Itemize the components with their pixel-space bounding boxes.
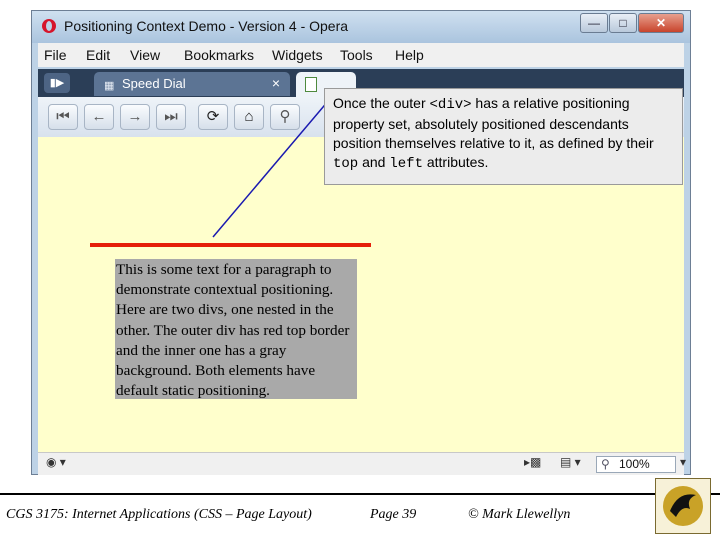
minimize-button[interactable]: — — [580, 13, 608, 33]
university-logo — [655, 478, 711, 534]
tab-speed-dial[interactable]: ▦ Speed Dial × — [94, 72, 290, 96]
footer-author: © Mark Llewellyn — [468, 507, 571, 522]
home-icon[interactable]: ⌂ — [234, 104, 264, 130]
status-bar: ◉ ▾ ▸▩ ▤ ▾ ⚲ 100% ▾ — [38, 452, 686, 475]
wand-icon[interactable]: ⚲ — [270, 104, 300, 130]
menu-help[interactable]: Help — [395, 47, 424, 63]
callout-code-left: left — [389, 156, 423, 172]
footer-divider — [0, 493, 720, 495]
panel-toggle-icon[interactable]: ▮▶ — [44, 73, 70, 93]
footer-page-number: Page 39 — [370, 507, 417, 522]
callout-box: Once the outer <div> has a relative posi… — [324, 88, 683, 185]
tab-close-icon[interactable]: × — [272, 75, 280, 91]
view-icon[interactable]: ▤ ▾ — [560, 455, 581, 469]
title-bar[interactable]: Positioning Context Demo - Version 4 - O… — [32, 11, 690, 43]
callout-code-div: <div> — [429, 97, 472, 113]
footer-course: CGS 3175: Internet Applications (CSS – P… — [6, 507, 312, 522]
close-button[interactable]: ✕ — [638, 13, 684, 33]
zoom-value: 100% — [619, 457, 650, 471]
callout-text: Once the outer — [333, 95, 430, 111]
outer-div-red-border — [90, 243, 371, 247]
zoom-dropdown-icon[interactable]: ▾ — [680, 455, 686, 469]
menu-file[interactable]: File — [44, 47, 67, 63]
page-icon — [305, 77, 317, 92]
rewind-icon[interactable]: ⏮ — [48, 104, 78, 130]
fast-forward-icon[interactable]: ⏭ — [156, 104, 186, 130]
menu-widgets[interactable]: Widgets — [272, 47, 323, 63]
speed-icon[interactable]: ◉ ▾ — [46, 455, 66, 469]
window-title: Positioning Context Demo - Version 4 - O… — [64, 18, 349, 34]
opera-logo-icon — [42, 19, 56, 33]
panel-icon[interactable]: ▸▩ — [524, 455, 541, 469]
reload-icon[interactable]: ⟳ — [198, 104, 228, 130]
menu-view[interactable]: View — [130, 47, 160, 63]
speed-dial-grid-icon: ▦ — [104, 80, 115, 92]
menu-edit[interactable]: Edit — [86, 47, 110, 63]
menu-bookmarks[interactable]: Bookmarks — [184, 47, 254, 63]
back-icon[interactable]: ← — [84, 104, 114, 130]
zoom-icon: ⚲ — [601, 457, 610, 471]
tab-label: Speed Dial — [122, 76, 186, 91]
zoom-field[interactable]: ⚲ 100% — [596, 456, 676, 473]
menu-bar: File Edit View Bookmarks Widgets Tools H… — [38, 43, 684, 67]
inner-div-paragraph: This is some text for a paragraph to dem… — [115, 259, 357, 399]
callout-text: and — [358, 154, 390, 170]
maximize-button[interactable]: □ — [609, 13, 637, 33]
callout-code-top: top — [333, 156, 359, 172]
forward-icon[interactable]: → — [120, 104, 150, 130]
pegasus-logo-icon — [663, 486, 703, 526]
menu-tools[interactable]: Tools — [340, 47, 373, 63]
callout-text: attributes. — [422, 154, 489, 170]
